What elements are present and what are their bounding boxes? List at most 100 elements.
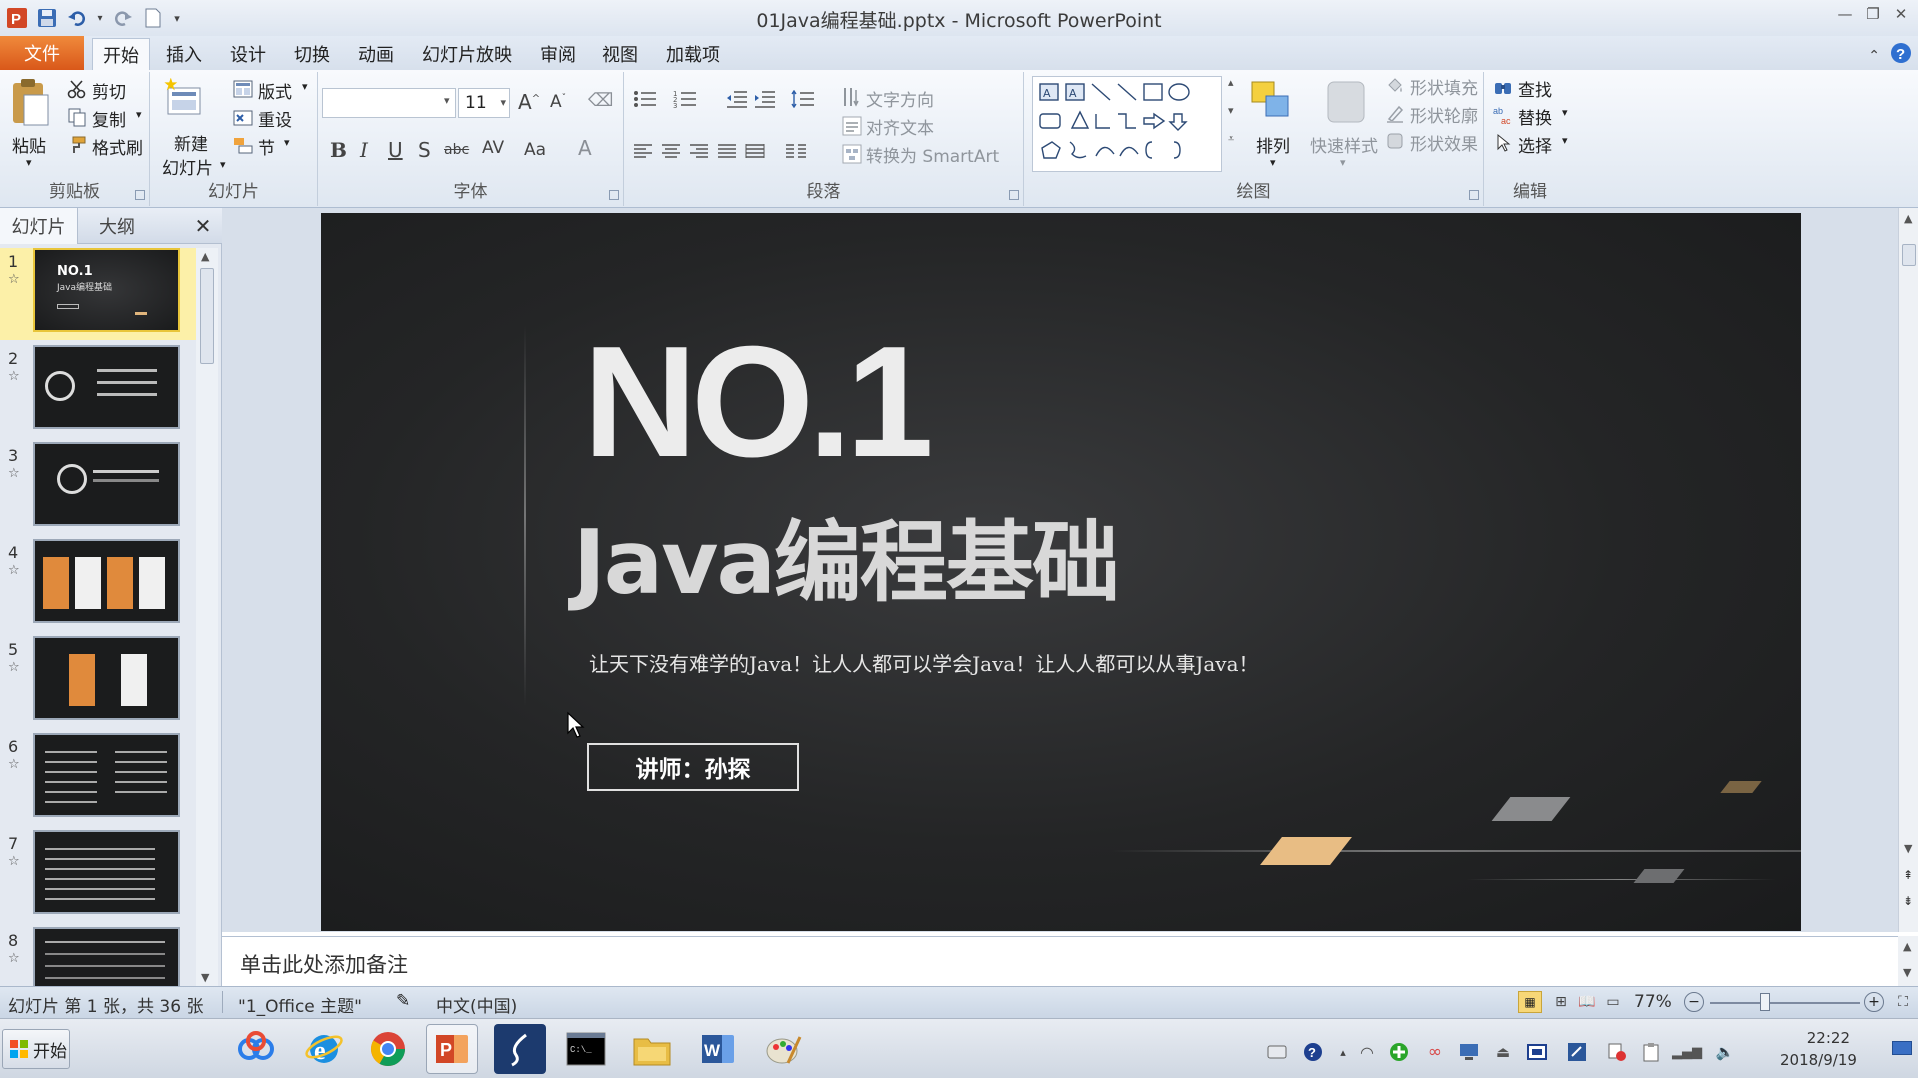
replace-button[interactable]: 替换 <box>1518 104 1552 129</box>
font-size-input[interactable]: 11 ▾ <box>458 88 510 118</box>
tab-transitions[interactable]: 切换 <box>284 38 340 70</box>
shapes-gallery[interactable]: A A <box>1032 76 1222 172</box>
paint-icon[interactable] <box>758 1024 810 1074</box>
command-prompt-icon[interactable]: C:\_ <box>560 1024 612 1074</box>
disconnected-icon[interactable] <box>1606 1041 1628 1063</box>
copy-icon[interactable] <box>66 106 88 128</box>
clipboard-tray-icon[interactable] <box>1640 1041 1662 1063</box>
select-dropdown-icon[interactable]: ▾ <box>1562 134 1568 147</box>
find-icon[interactable] <box>1492 76 1514 98</box>
change-case-icon[interactable]: Aa <box>524 140 546 160</box>
shape-effects-icon[interactable] <box>1384 130 1406 152</box>
network-icon[interactable] <box>1458 1041 1480 1063</box>
help-tray-icon[interactable]: ? <box>1302 1041 1324 1063</box>
minimize-icon[interactable]: — <box>1834 4 1856 24</box>
tab-review[interactable]: 审阅 <box>530 38 586 70</box>
new-slide-icon[interactable] <box>164 76 204 124</box>
notes-scrollbar[interactable]: ▲ ▼ <box>1898 936 1918 986</box>
start-button[interactable]: 开始 <box>2 1029 70 1069</box>
align-right-icon[interactable] <box>686 140 712 162</box>
next-slide-icon[interactable]: ⇟ <box>1903 894 1913 908</box>
scissors-icon[interactable] <box>66 78 88 100</box>
gallery-more-icon[interactable]: ⩡ <box>1228 132 1234 146</box>
restore-icon[interactable]: ❐ <box>1862 4 1884 24</box>
font-family-dropdown-icon[interactable]: ▾ <box>444 94 450 107</box>
thumbnails-scrollbar[interactable]: ▲ ▼ <box>196 248 218 986</box>
shape-outline-button[interactable]: 形状轮廓 <box>1410 102 1478 127</box>
tab-home[interactable]: 开始 <box>92 38 150 70</box>
slide-title[interactable]: Java编程基础 <box>573 519 1120 607</box>
slide-thumbnail-8[interactable]: 8 ☆ <box>0 927 196 986</box>
slide-subtitle[interactable]: 让天下没有难学的Java！让人人都可以学会Java！让人人都可以从事Java！ <box>589 648 1259 677</box>
distributed-icon[interactable] <box>742 140 768 162</box>
slide-thumbnail-5[interactable]: 5 ☆ <box>0 636 196 728</box>
quick-styles-button[interactable]: 快速样式 <box>1310 132 1378 157</box>
clock-date[interactable]: 2018/9/19 <box>1780 1051 1857 1069</box>
previous-slide-icon[interactable]: ⇞ <box>1903 868 1913 882</box>
replace-dropdown-icon[interactable]: ▾ <box>1562 106 1568 119</box>
new-slide-button-line2[interactable]: 幻灯片 <box>162 154 213 179</box>
format-painter-icon[interactable] <box>66 134 88 156</box>
quick-styles-dropdown-icon[interactable]: ▾ <box>1340 156 1346 169</box>
zoom-slider-track[interactable] <box>1710 1002 1860 1004</box>
baidu-netdisk-icon[interactable] <box>230 1024 282 1074</box>
quick-styles-icon[interactable] <box>1322 76 1370 128</box>
copy-dropdown-icon[interactable]: ▾ <box>136 108 142 121</box>
char-spacing-icon[interactable]: AV <box>482 138 504 158</box>
font-family-input[interactable] <box>322 88 456 118</box>
italic-icon[interactable]: I <box>360 138 368 162</box>
tab-slideshow[interactable]: 幻灯片放映 <box>412 38 522 70</box>
slide-canvas[interactable]: NO.1 Java编程基础 让天下没有难学的Java！让人人都可以学会Java！… <box>321 213 1801 931</box>
notes-pane[interactable]: 单击此处添加备注 <box>222 936 1898 986</box>
text-shadow-icon[interactable]: S <box>418 138 431 162</box>
zoom-slider-thumb[interactable] <box>1760 993 1770 1011</box>
powerpoint-taskbar-icon[interactable]: P <box>426 1024 478 1074</box>
arrange-button[interactable]: 排列 <box>1256 132 1290 157</box>
arrange-icon[interactable] <box>1248 78 1296 126</box>
help-icon[interactable]: ? <box>1890 42 1912 69</box>
layout-dropdown-icon[interactable]: ▾ <box>302 80 308 93</box>
smartart-icon[interactable] <box>840 142 864 166</box>
shape-outline-icon[interactable] <box>1384 102 1406 124</box>
clock-time[interactable]: 22:22 <box>1790 1029 1850 1047</box>
green-plus-icon[interactable] <box>1388 1041 1410 1063</box>
tab-insert[interactable]: 插入 <box>156 38 212 70</box>
clipboard-launcher-icon[interactable] <box>135 190 145 200</box>
paste-button[interactable]: 粘贴 <box>12 132 46 157</box>
reading-view-icon[interactable]: 📖 <box>1576 991 1598 1013</box>
format-painter-button[interactable]: 格式刷 <box>92 134 143 159</box>
font-color-icon[interactable]: A <box>578 136 592 160</box>
usb-icon[interactable]: ⏏ <box>1492 1041 1514 1063</box>
align-text-button[interactable]: 对齐文本 <box>866 114 934 139</box>
paragraph-launcher-icon[interactable] <box>1009 190 1019 200</box>
align-center-icon[interactable] <box>658 140 684 162</box>
signal-icon[interactable]: ▂▄▆ <box>1672 1041 1702 1063</box>
cut-button[interactable]: 剪切 <box>92 78 126 103</box>
underline-icon[interactable]: U <box>388 138 403 162</box>
text-direction-button[interactable]: 文字方向 <box>866 86 934 111</box>
shape-fill-icon[interactable] <box>1384 74 1406 96</box>
slide-sorter-icon[interactable]: ⊞ <box>1550 991 1572 1013</box>
justify-icon[interactable] <box>714 140 740 162</box>
align-text-icon[interactable] <box>840 114 864 138</box>
scroll-down-icon[interactable]: ▼ <box>1904 842 1912 855</box>
language-indicator[interactable]: 中文(中国) <box>436 992 517 1017</box>
close-panel-icon[interactable]: ✕ <box>188 208 218 244</box>
shape-fill-button[interactable]: 形状填充 <box>1410 74 1478 99</box>
new-slide-button-line1[interactable]: 新建 <box>174 130 208 155</box>
decrease-indent-icon[interactable] <box>724 88 750 110</box>
scroll-down-icon[interactable]: ▼ <box>1903 966 1911 979</box>
increase-indent-icon[interactable] <box>752 88 778 110</box>
scroll-up-icon[interactable]: ▲ <box>201 250 209 263</box>
tab-design[interactable]: 设计 <box>220 38 276 70</box>
show-desktop-icon[interactable] <box>1892 1041 1912 1055</box>
slide-scrollbar[interactable]: ▲ ▼ ⇞ ⇟ <box>1898 208 1918 932</box>
tab-addins[interactable]: 加载项 <box>656 38 730 70</box>
internet-explorer-icon[interactable]: e <box>298 1024 350 1074</box>
slide-thumbnail-7[interactable]: 7 ☆ <box>0 830 196 922</box>
remote-icon[interactable] <box>1566 1041 1588 1063</box>
arrange-dropdown-icon[interactable]: ▾ <box>1270 156 1276 169</box>
font-launcher-icon[interactable] <box>609 190 619 200</box>
proofing-icon[interactable]: ✎ <box>396 991 420 1013</box>
text-direction-icon[interactable] <box>840 84 864 110</box>
